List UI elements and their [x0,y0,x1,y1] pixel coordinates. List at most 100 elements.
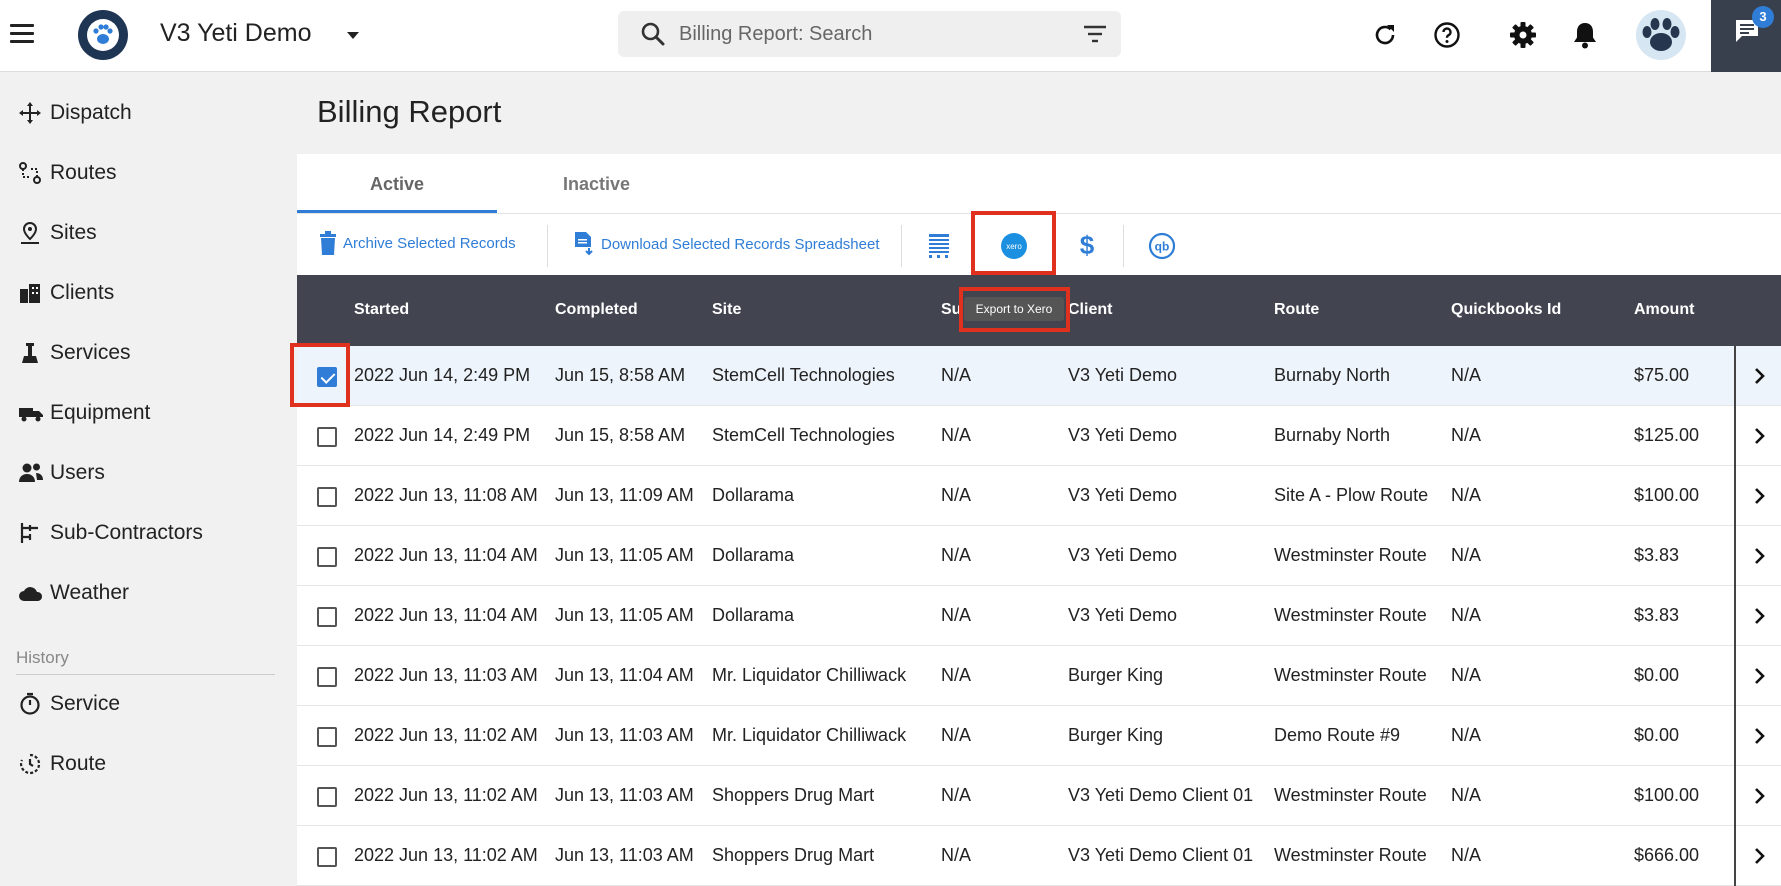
app-title[interactable]: V3 Yeti Demo [160,19,312,48]
sidebar-item-history-route[interactable]: Route [18,746,106,782]
cell-sub-contractor: N/A [941,785,972,805]
cell-site: Shoppers Drug Mart [712,785,875,805]
quickbooks-icon[interactable]: qb [1148,232,1176,265]
cell-site: Mr. Liquidator Chilliwack [712,725,907,745]
row-checkbox[interactable] [317,607,337,627]
cell-sub-contractor: N/A [941,845,972,865]
archive-button[interactable]: Archive Selected Records [319,231,516,255]
table-row[interactable]: 2022 Jun 13, 11:02 AM Jun 13, 11:03 AM Sho… [297,826,1781,886]
cell-route: Burnaby North [1274,425,1391,445]
table-row[interactable]: 2022 Jun 13, 11:02 AM Jun 13, 11:03 AM Sho… [297,766,1781,826]
bell-icon[interactable] [1570,20,1600,50]
column-header-sub-contractor[interactable]: Su [941,301,961,319]
help-icon[interactable] [1432,20,1462,50]
chevron-right-icon[interactable] [1734,646,1781,706]
sidebar: Dispatch Routes Sites Clients Services E… [0,73,282,877]
column-header-completed[interactable]: Completed [555,301,638,319]
cell-client: Burger King [1068,665,1164,685]
row-checkbox[interactable] [317,727,337,747]
table-row[interactable]: 2022 Jun 13, 11:04 AM Jun 13, 11:05 AM Dol… [297,586,1781,646]
cell-started: 2022 Jun 13, 11:02 AM [354,845,538,865]
table-row[interactable]: 2022 Jun 13, 11:03 AM Jun 13, 11:04 AM Mr.… [297,646,1781,706]
refresh-icon[interactable] [1370,20,1400,50]
tab-active[interactable]: Active [370,174,424,195]
chevron-right-icon[interactable] [1734,826,1781,886]
chevron-right-icon[interactable] [1734,706,1781,766]
cell-started: 2022 Jun 13, 11:02 AM [354,725,538,745]
sidebar-item-equipment[interactable]: Equipment [18,395,150,431]
row-checkbox[interactable] [317,367,337,387]
tab-inactive[interactable]: Inactive [563,174,630,195]
export-to-xero-tooltip: Export to Xero [964,297,1064,321]
row-checkbox[interactable] [317,787,337,807]
divider [16,674,275,675]
search-input[interactable]: Billing Report: Search [679,23,872,46]
tab-underline [297,210,497,213]
gear-icon[interactable] [1508,20,1538,50]
cell-started: 2022 Jun 13, 11:03 AM [354,665,538,685]
sidebar-item-label: Dispatch [50,101,132,124]
cell-amount: $3.83 [1634,545,1680,565]
divider [547,225,548,267]
sidebar-item-sites[interactable]: Sites [18,215,97,251]
chevron-right-icon[interactable] [1734,346,1781,406]
cell-sub-contractor: N/A [941,545,972,565]
chevron-right-icon[interactable] [1734,766,1781,826]
cell-amount: $100.00 [1634,785,1700,805]
avatar[interactable] [1636,10,1686,60]
column-header-site[interactable]: Site [712,301,741,319]
row-checkbox[interactable] [317,547,337,567]
column-header-amount[interactable]: Amount [1634,301,1694,319]
table-row[interactable]: 2022 Jun 14, 2:49 PM Jun 15, 8:58 AM StemC… [297,346,1781,406]
column-header-started[interactable]: Started [354,301,409,319]
cell-site: Dollarama [712,485,795,505]
route-icon [18,161,46,185]
menu-icon[interactable] [10,24,34,44]
table-row[interactable]: 2022 Jun 13, 11:02 AM Jun 13, 11:03 AM Mr.… [297,706,1781,766]
site-pin-icon [18,221,46,245]
cloud-icon [18,583,46,603]
chevron-right-icon[interactable] [1734,526,1781,586]
chevron-down-icon[interactable] [347,32,359,39]
table-row[interactable]: 2022 Jun 13, 11:08 AM Jun 13, 11:09 AM Dol… [297,466,1781,526]
table-row[interactable]: 2022 Jun 14, 2:49 PM Jun 15, 8:58 AM StemC… [297,406,1781,466]
cell-completed: Jun 13, 11:09 AM [555,485,694,505]
cell-site: Dollarama [712,605,795,625]
columns-icon[interactable] [929,234,949,263]
yeti-logo[interactable] [78,10,128,60]
download-spreadsheet-button[interactable]: Download Selected Records Spreadsheet [574,231,880,257]
sidebar-item-routes[interactable]: Routes [18,155,117,191]
column-header-client[interactable]: Client [1068,301,1112,319]
chevron-right-icon[interactable] [1734,466,1781,526]
sidebar-item-dispatch[interactable]: Dispatch [18,95,132,131]
sidebar-item-label: Service [50,692,121,715]
column-header-route[interactable]: Route [1274,301,1319,319]
svg-text:$: $ [1080,230,1095,260]
row-checkbox[interactable] [317,667,337,687]
sidebar-item-clients[interactable]: Clients [18,275,114,311]
column-header-quickbooks-id[interactable]: Quickbooks Id [1451,301,1561,319]
chevron-right-icon[interactable] [1734,586,1781,646]
table-row[interactable]: 2022 Jun 13, 11:04 AM Jun 13, 11:05 AM Dol… [297,526,1781,586]
cell-site: Mr. Liquidator Chilliwack [712,665,907,685]
sidebar-item-history-service[interactable]: Service [18,686,120,722]
xero-icon[interactable]: xero [1000,232,1028,265]
users-icon [18,462,46,484]
filter-icon[interactable] [1083,24,1107,44]
cell-sub-contractor: N/A [941,365,972,385]
sidebar-item-users[interactable]: Users [18,455,105,491]
search-bar[interactable]: Billing Report: Search [618,11,1121,57]
cell-route: Demo Route #9 [1274,725,1401,745]
cell-completed: Jun 15, 8:58 AM [555,365,686,385]
cell-amount: $0.00 [1634,665,1680,685]
sidebar-item-weather[interactable]: Weather [18,575,129,611]
row-checkbox[interactable] [317,847,337,867]
sidebar-item-sub-contractors[interactable]: Sub-Contractors [18,515,203,551]
download-button-label: Download Selected Records Spreadsheet [601,235,880,253]
row-checkbox[interactable] [317,487,337,507]
dollar-icon[interactable]: $ [1079,230,1095,265]
chevron-right-icon[interactable] [1734,406,1781,466]
cell-quickbooks-id: N/A [1451,785,1482,805]
row-checkbox[interactable] [317,427,337,447]
sidebar-item-services[interactable]: Services [18,335,131,371]
